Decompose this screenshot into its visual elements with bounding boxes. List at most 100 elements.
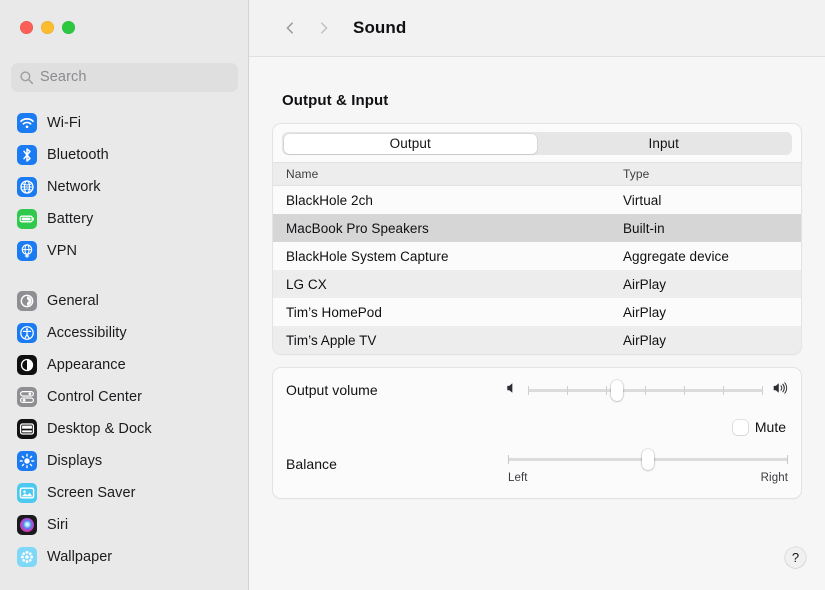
sidebar-item-wi-fi[interactable]: Wi-Fi [9,107,239,139]
sidebar-item-label: VPN [47,244,77,259]
forward-button[interactable] [307,13,341,43]
output-volume-label: Output volume [286,382,378,398]
sidebar-item-label: Appearance [47,358,126,373]
slider-tick [567,386,568,395]
sidebar-item-general[interactable]: General [9,285,239,317]
device-type: Aggregate device [623,249,801,264]
device-type: AirPlay [623,333,801,348]
output-input-segmented-control[interactable]: Output Input [282,132,792,155]
balance-label: Balance [286,456,337,472]
sidebar-item-desktop-and-dock[interactable]: Desktop & Dock [9,413,239,445]
output-volume-control [505,381,788,400]
balance-left-label: Left [508,472,528,484]
devices-card: Output Input Name Type BlackHole 2ch Vir… [272,123,802,355]
system-settings-window: Search Wi-Fi [0,0,825,590]
balance-end-labels: Left Right [508,472,788,484]
sidebar-item-control-center[interactable]: Control Center [9,381,239,413]
appearance-icon [17,355,37,375]
sidebar-item-network[interactable]: Network [9,171,239,203]
sidebar-item-screen-saver[interactable]: Screen Saver [9,477,239,509]
window-traffic-lights [20,21,75,34]
balance-row: Balance Left Right [273,442,801,498]
sidebar-item-wallpaper[interactable]: Wallpaper [9,541,239,573]
volume-card: Output volume [272,367,802,499]
device-type: AirPlay [623,277,801,292]
sidebar-group-divider [9,267,239,285]
mute-checkbox[interactable] [733,420,748,435]
device-name: Tim’s HomePod [286,305,623,320]
gear-icon [17,291,37,311]
table-row[interactable]: BlackHole 2ch Virtual [273,186,801,214]
sidebar-item-label: Screen Saver [47,486,135,501]
accessibility-icon [17,323,37,343]
toolbar: Sound [249,0,825,57]
device-name: BlackHole System Capture [286,249,623,264]
sidebar-item-siri[interactable]: Siri [9,509,239,541]
balance-slider[interactable] [508,450,788,468]
device-name: MacBook Pro Speakers [286,221,623,236]
device-name: BlackHole 2ch [286,193,623,208]
back-button[interactable] [273,13,307,43]
siri-icon [17,515,37,535]
sidebar-item-battery[interactable]: Battery [9,203,239,235]
device-name: Tim’s Apple TV [286,333,623,348]
search-placeholder: Search [40,70,87,85]
minimize-button[interactable] [41,21,54,34]
content-area: Output & Input Output Input Name Type Bl… [249,58,825,590]
sidebar-item-label: Accessibility [47,326,127,341]
output-volume-slider-thumb[interactable] [611,380,623,401]
table-row[interactable]: Tim’s HomePod AirPlay [273,298,801,326]
desktop-dock-icon [17,419,37,439]
wifi-icon [17,113,37,133]
mute-row: Mute [273,412,801,442]
table-row[interactable]: MacBook Pro Speakers Built-in [273,214,801,242]
zoom-button[interactable] [62,21,75,34]
sidebar-group-system: General Accessibility [9,285,239,573]
battery-icon [17,209,37,229]
device-type: Virtual [623,193,801,208]
search-icon [19,70,34,85]
speaker-low-icon [505,381,519,400]
close-button[interactable] [20,21,33,34]
slider-tick [684,386,685,395]
page-title: Sound [353,18,406,38]
sidebar-item-accessibility[interactable]: Accessibility [9,317,239,349]
sidebar-item-label: General [47,294,99,309]
slider-endcap-left [508,455,509,464]
device-name: LG CX [286,277,623,292]
slider-endcap-right [787,455,788,464]
mute-label: Mute [755,419,786,435]
sidebar-item-label: Displays [47,454,102,469]
column-header-type: Type [623,167,801,181]
search-input[interactable]: Search [11,63,238,92]
output-volume-slider[interactable] [528,381,763,399]
device-type: Built-in [623,221,801,236]
balance-slider-thumb[interactable] [642,449,654,470]
sidebar-item-bluetooth[interactable]: Bluetooth [9,139,239,171]
column-header-name: Name [286,167,623,181]
table-row[interactable]: LG CX AirPlay [273,270,801,298]
table-row[interactable]: BlackHole System Capture Aggregate devic… [273,242,801,270]
sidebar: Search Wi-Fi [0,0,249,590]
slider-tick [762,386,763,395]
sidebar-item-label: Desktop & Dock [47,422,152,437]
sidebar-item-displays[interactable]: Displays [9,445,239,477]
vpn-globe-icon [17,241,37,261]
tab-input[interactable]: Input [537,134,791,154]
sidebar-item-label: Wallpaper [47,550,112,565]
slider-tick [606,386,607,395]
help-button[interactable]: ? [785,547,806,568]
sidebar-item-appearance[interactable]: Appearance [9,349,239,381]
sidebar-item-vpn[interactable]: VPN [9,235,239,267]
table-row[interactable]: Tim’s Apple TV AirPlay [273,326,801,354]
speaker-high-icon [772,381,788,400]
main-panel: Sound Output & Input Output Input Name T… [249,0,825,590]
tab-output[interactable]: Output [284,134,538,154]
sidebar-item-label: Bluetooth [47,148,109,163]
device-type: AirPlay [623,305,801,320]
section-title: Output & Input [282,92,388,109]
balance-control: Left Right [508,450,788,484]
table-header: Name Type [273,162,801,186]
wallpaper-icon [17,547,37,567]
slider-tick [723,386,724,395]
